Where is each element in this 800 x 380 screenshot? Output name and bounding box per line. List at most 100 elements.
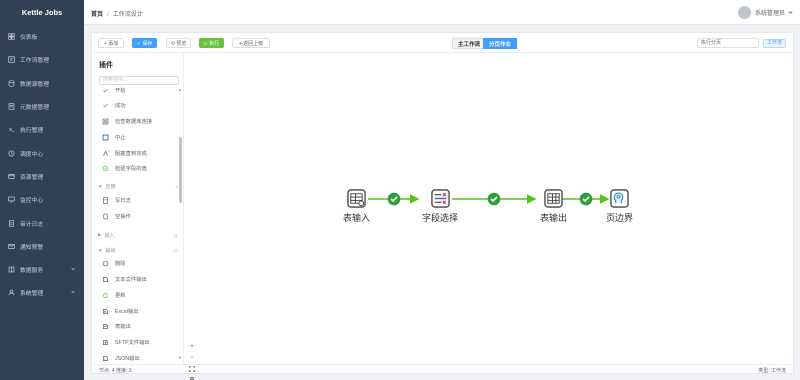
flow-node-label: 字段选择 bbox=[422, 213, 459, 223]
chevron-down-icon[interactable] bbox=[788, 10, 793, 15]
plugin-item-sftp-output[interactable]: SFTP文件输出 bbox=[102, 337, 150, 347]
plugin-item-check-db[interactable]: 检查数据库连接 bbox=[102, 116, 152, 126]
breadcrumb-home[interactable]: 首页 bbox=[91, 12, 103, 18]
settings-icon bbox=[8, 289, 15, 296]
validate-icon bbox=[102, 165, 109, 172]
sidebar-item-schedule[interactable]: 调度中心 bbox=[0, 141, 84, 164]
sidebar-item-dashboard[interactable]: 仪表板 bbox=[0, 25, 84, 48]
plugin-item-label: 中止 bbox=[115, 135, 126, 141]
user-name[interactable]: 系统管理员 bbox=[755, 8, 785, 17]
plugin-panel: 插件 搜索插件... 开始 成功 检查数据库连接 中止 阻塞直到完成 检验字段的… bbox=[92, 53, 184, 364]
plugin-item-label: Excel输出 bbox=[115, 309, 139, 315]
sidebar-item-system[interactable]: 系统管理 bbox=[0, 281, 84, 304]
chevron-down-icon bbox=[71, 268, 75, 271]
plugin-item-label: 空操作 bbox=[115, 214, 131, 220]
sidebar-item-execution[interactable]: 执行管理 bbox=[0, 118, 84, 141]
flow-node-label: 表输出 bbox=[540, 213, 568, 223]
plugin-item-excel-output[interactable]: Excel输出 bbox=[102, 306, 139, 316]
flow-node-table-input[interactable]: 表输入 bbox=[343, 189, 370, 224]
sidebar-item-workflow[interactable]: 工作流管理 bbox=[0, 48, 84, 71]
back-to-parent-button[interactable]: + 返回上级 bbox=[232, 38, 270, 48]
plugin-group-label: 输入 bbox=[104, 232, 115, 239]
monitor-icon bbox=[8, 196, 15, 203]
text-file-icon bbox=[102, 276, 109, 283]
tab-main-workflow[interactable]: 主工作流 bbox=[452, 38, 487, 49]
json-icon: {} bbox=[102, 355, 109, 362]
user-menu[interactable]: 系统管理员 bbox=[737, 6, 793, 19]
plugin-item-validate[interactable]: 检验字段的值 bbox=[102, 163, 147, 173]
caret-right-icon: ▶ bbox=[98, 232, 102, 237]
tab-paging-job[interactable]: 分页作业 bbox=[483, 38, 518, 49]
sidebar-item-datasource[interactable]: 数据源管理 bbox=[0, 72, 84, 95]
sidebar-item-label: 仪表板 bbox=[20, 35, 38, 42]
flow-node-page-boundary[interactable]: 页边界 bbox=[606, 189, 633, 224]
sidebar-item-notify[interactable]: 通知预警 bbox=[0, 235, 84, 258]
plugin-panel-scrollbar[interactable] bbox=[179, 137, 182, 203]
add-button[interactable]: + 添加 bbox=[98, 38, 124, 48]
sidebar-item-metadata[interactable]: 元数据管理 bbox=[0, 95, 84, 118]
flow-node-label: 页边界 bbox=[606, 213, 634, 223]
preview-button[interactable]: ⟲ 预览 bbox=[166, 38, 191, 48]
exec-paging-input[interactable]: 执行分页 bbox=[697, 38, 759, 48]
plugin-item-abort[interactable]: 中止 bbox=[102, 132, 126, 142]
sidebar-item-data-service[interactable]: 数据服务 bbox=[0, 258, 84, 281]
sidebar-item-audit[interactable]: 审计日志 bbox=[0, 211, 84, 234]
scroll-up-arrow[interactable]: ▲ bbox=[178, 87, 182, 92]
caret-down-icon: ▼ bbox=[98, 247, 103, 253]
plugin-item-label: 阻塞直到完成 bbox=[115, 151, 147, 157]
plugin-item-label: JSON输出 bbox=[115, 356, 140, 362]
flow-node-field-select[interactable]: 字段选择 bbox=[422, 189, 458, 224]
top-header: 首页 / 工作流设计 系统管理员 bbox=[84, 0, 800, 25]
sidebar-item-resource[interactable]: 资源管理 bbox=[0, 165, 84, 188]
run-button[interactable]: ▷ 执行 bbox=[199, 38, 224, 48]
plugin-group-apply[interactable]: ▼ 应用 2 bbox=[98, 182, 178, 190]
sidebar-item-monitor[interactable]: 监控中心 bbox=[0, 188, 84, 211]
plugin-panel-title: 插件 bbox=[99, 62, 113, 69]
sidebar-item-label: 数据源管理 bbox=[20, 81, 49, 88]
table-output-icon bbox=[102, 323, 109, 330]
plugin-item-success[interactable]: 成功 bbox=[102, 100, 126, 110]
bell-icon bbox=[8, 243, 15, 250]
audit-log-icon bbox=[8, 219, 15, 227]
plugin-item-label: 表输出 bbox=[115, 324, 131, 330]
lock-button[interactable] bbox=[187, 375, 197, 380]
scroll-down-arrow[interactable]: ▼ bbox=[178, 355, 182, 360]
excel-icon bbox=[102, 308, 109, 315]
zoom-in-button[interactable]: + bbox=[187, 342, 197, 352]
plugin-item-table-output[interactable]: 表输出 bbox=[102, 321, 131, 331]
plugin-group-output[interactable]: ▼ 输出 10 bbox=[98, 246, 178, 254]
flow-canvas[interactable]: 表输入 字段选择 表输出 页边界 + − bbox=[185, 53, 793, 380]
db-check-icon bbox=[102, 118, 109, 125]
plugin-item-start[interactable]: 开始 bbox=[102, 85, 126, 95]
plugin-search-input[interactable]: 搜索插件... bbox=[99, 76, 179, 85]
breadcrumb-separator: / bbox=[107, 12, 109, 18]
plugin-group-label: 应用 bbox=[105, 183, 116, 190]
plugin-item-delete[interactable]: 删除 bbox=[102, 258, 126, 268]
zoom-out-button[interactable]: − bbox=[187, 353, 197, 363]
flow-node-table-output[interactable]: 表输出 bbox=[540, 189, 567, 224]
status-counts: 节点: 4 连接: 3 bbox=[99, 368, 132, 374]
avatar[interactable] bbox=[737, 6, 751, 19]
plugin-item-block[interactable]: 阻塞直到完成 bbox=[102, 148, 147, 158]
field-select-icon bbox=[430, 189, 450, 208]
plugin-group-input[interactable]: ▶ 输入 11 bbox=[98, 231, 178, 239]
plugin-item-update[interactable]: 更新 bbox=[102, 290, 126, 300]
plugin-item-text-file-output[interactable]: 文本文件输出 bbox=[102, 274, 147, 284]
chevron-down-icon bbox=[71, 291, 75, 294]
designer-toolbar: + 添加 ✓ 保存 ⟲ 预览 ▷ 执行 + 返回上级 主工作流 分页作业 执行分… bbox=[92, 33, 793, 53]
sidebar-item-label: 通知预警 bbox=[20, 244, 44, 251]
plugin-item-label: 开始 bbox=[115, 88, 126, 94]
page-boundary-icon bbox=[610, 189, 629, 208]
type-tag: 工作流 bbox=[763, 39, 787, 48]
sidebar-item-label: 审计日志 bbox=[20, 221, 44, 228]
designer-panel: + 添加 ✓ 保存 ⟲ 预览 ▷ 执行 + 返回上级 主工作流 分页作业 执行分… bbox=[91, 32, 794, 380]
metadata-icon bbox=[8, 103, 15, 110]
plugin-item-label: 更新 bbox=[115, 293, 126, 299]
plugin-item-write-log[interactable]: 写日志 bbox=[102, 195, 131, 205]
plugin-item-noop[interactable]: 空操作 bbox=[102, 211, 131, 221]
sidebar-item-label: 工作流管理 bbox=[20, 58, 49, 65]
svg-text:{}: {} bbox=[104, 357, 106, 360]
plugin-item-json-output[interactable]: {} JSON输出 bbox=[102, 353, 140, 363]
plugin-group-count: 2 bbox=[175, 183, 178, 189]
save-button[interactable]: ✓ 保存 bbox=[132, 38, 157, 48]
